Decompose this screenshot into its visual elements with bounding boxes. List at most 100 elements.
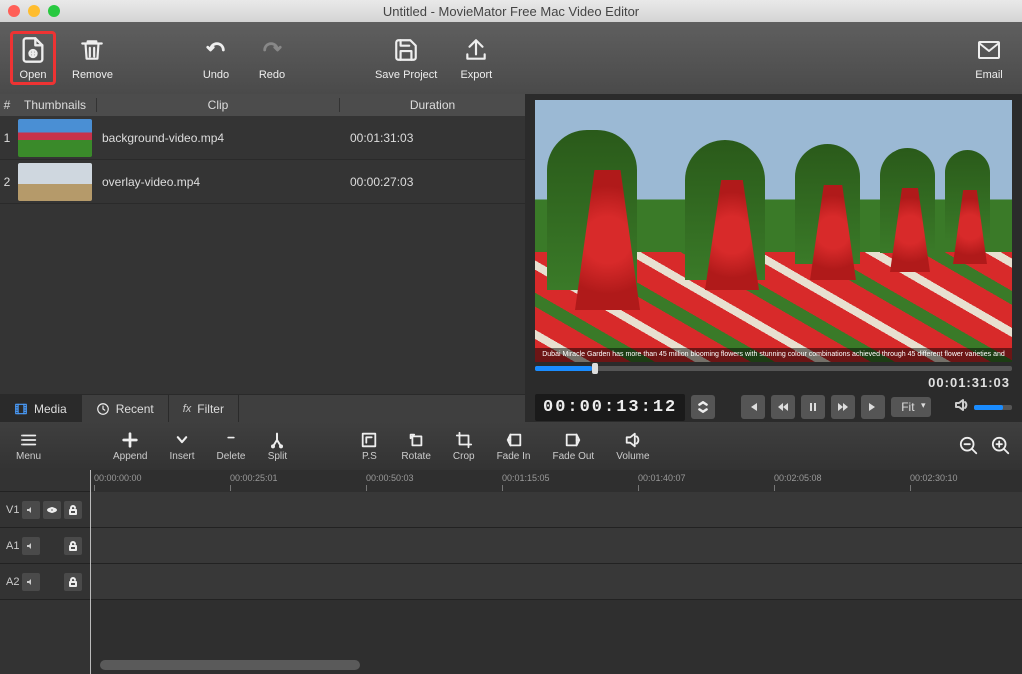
ruler-tick: 00:01:40:07 <box>638 473 686 483</box>
playhead[interactable] <box>90 470 91 674</box>
tab-recent[interactable]: Recent <box>82 395 169 422</box>
scrub-bar[interactable] <box>535 366 1012 371</box>
clip-duration: 00:00:27:03 <box>340 175 525 189</box>
thumbnail <box>18 163 92 201</box>
window-title: Untitled - MovieMator Free Mac Video Edi… <box>0 4 1022 19</box>
fadeout-button[interactable]: Fade Out <box>547 429 601 464</box>
undo-button[interactable]: Undo <box>195 33 237 83</box>
export-button[interactable]: Export <box>455 33 497 83</box>
forward-button[interactable] <box>831 395 855 419</box>
timecode-display[interactable]: 00:00:13:12 <box>535 394 685 421</box>
minus-icon <box>221 431 241 449</box>
chevron-down-icon <box>172 431 192 449</box>
track-v1[interactable] <box>90 492 1022 528</box>
media-table-header: # Thumbnails Clip Duration <box>0 94 525 116</box>
timeline: V1 A1 A2 00:00:00:00 00:00:25:01 00:00:5… <box>0 470 1022 674</box>
volume-slider[interactable] <box>974 405 1012 410</box>
timeline-tracks[interactable]: 00:00:00:00 00:00:25:01 00:00:50:03 00:0… <box>90 470 1022 674</box>
export-label: Export <box>460 69 492 81</box>
main-toolbar: Open Remove Undo Redo Save Project Expor… <box>0 22 1022 94</box>
resize-icon <box>359 431 379 449</box>
volume-button[interactable]: Volume <box>610 429 655 464</box>
tab-media[interactable]: Media <box>0 395 82 422</box>
media-row[interactable]: 2 overlay-video.mp4 00:00:27:03 <box>0 160 525 204</box>
time-ruler[interactable]: 00:00:00:00 00:00:25:01 00:00:50:03 00:0… <box>90 470 1022 492</box>
menu-button[interactable]: Menu <box>10 429 47 464</box>
skip-end-button[interactable] <box>861 395 885 419</box>
redo-icon <box>255 35 289 65</box>
zoom-in-button[interactable] <box>990 435 1012 457</box>
delete-button[interactable]: Delete <box>211 429 252 464</box>
tab-media-label: Media <box>34 402 67 416</box>
menu-icon <box>19 431 39 449</box>
save-icon <box>389 35 423 65</box>
mute-button[interactable] <box>22 501 40 519</box>
clip-name: overlay-video.mp4 <box>96 175 340 189</box>
split-button[interactable]: Split <box>261 429 293 464</box>
hide-button[interactable] <box>43 501 61 519</box>
track-a2[interactable] <box>90 564 1022 600</box>
lock-button[interactable] <box>64 537 82 555</box>
timeline-toolbar: Menu Append Insert Delete Split P.S Rota… <box>0 422 1022 470</box>
remove-button[interactable]: Remove <box>68 33 117 83</box>
media-panel: # Thumbnails Clip Duration 1 background-… <box>0 94 525 422</box>
undo-icon <box>199 35 233 65</box>
fadein-button[interactable]: Fade In <box>491 429 537 464</box>
timeline-scrollbar[interactable] <box>90 660 1022 670</box>
minimize-window-button[interactable] <box>28 5 40 17</box>
close-window-button[interactable] <box>8 5 20 17</box>
zoom-out-button[interactable] <box>958 435 980 457</box>
track-head-a1: A1 <box>0 528 90 564</box>
maximize-window-button[interactable] <box>48 5 60 17</box>
clock-icon <box>96 402 110 416</box>
email-button[interactable]: Email <box>968 33 1010 83</box>
timecode-step[interactable] <box>691 395 715 419</box>
open-button[interactable]: Open <box>12 33 54 83</box>
tab-filter-label: Filter <box>197 402 224 416</box>
ps-button[interactable]: P.S <box>353 429 385 464</box>
undo-label: Undo <box>203 69 229 81</box>
row-num: 2 <box>0 175 14 189</box>
rotate-button[interactable]: Rotate <box>395 429 436 464</box>
media-row[interactable]: 1 background-video.mp4 00:01:31:03 <box>0 116 525 160</box>
pause-button[interactable] <box>801 395 825 419</box>
zoom-select[interactable]: Fit <box>891 397 930 417</box>
preview-caption: Dubai Miracle Garden has more than 45 mi… <box>535 348 1012 362</box>
lock-button[interactable] <box>64 501 82 519</box>
row-num: 1 <box>0 131 14 145</box>
ruler-tick: 00:01:15:05 <box>502 473 550 483</box>
crop-button[interactable]: Crop <box>447 429 481 464</box>
volume-icon[interactable] <box>954 397 970 418</box>
clip-duration: 00:01:31:03 <box>340 131 525 145</box>
tab-filter[interactable]: fx Filter <box>169 395 239 422</box>
track-label: A2 <box>6 576 19 588</box>
lock-button[interactable] <box>64 573 82 591</box>
append-button[interactable]: Append <box>107 429 153 464</box>
track-a1[interactable] <box>90 528 1022 564</box>
mute-button[interactable] <box>22 537 40 555</box>
titlebar: Untitled - MovieMator Free Mac Video Edi… <box>0 0 1022 22</box>
film-icon <box>14 402 28 416</box>
col-num: # <box>0 98 14 112</box>
total-duration: 00:01:31:03 <box>535 371 1012 392</box>
track-head-a2: A2 <box>0 564 90 600</box>
ruler-tick: 00:00:00:00 <box>94 473 142 483</box>
mute-button[interactable] <box>22 573 40 591</box>
ruler-tick: 00:00:50:03 <box>366 473 414 483</box>
col-duration: Duration <box>340 98 525 112</box>
skip-start-button[interactable] <box>741 395 765 419</box>
redo-button[interactable]: Redo <box>251 33 293 83</box>
preview-panel: Dubai Miracle Garden has more than 45 mi… <box>525 94 1022 422</box>
email-icon <box>972 35 1006 65</box>
insert-button[interactable]: Insert <box>164 429 201 464</box>
ruler-tick: 00:02:30:10 <box>910 473 958 483</box>
track-head-v1: V1 <box>0 492 90 528</box>
ruler-tick: 00:00:25:01 <box>230 473 278 483</box>
rewind-button[interactable] <box>771 395 795 419</box>
col-clip: Clip <box>96 98 340 112</box>
save-button[interactable]: Save Project <box>371 33 441 83</box>
tab-recent-label: Recent <box>116 402 154 416</box>
preview-viewport[interactable]: Dubai Miracle Garden has more than 45 mi… <box>535 100 1012 362</box>
plus-icon <box>120 431 140 449</box>
save-label: Save Project <box>375 69 437 81</box>
